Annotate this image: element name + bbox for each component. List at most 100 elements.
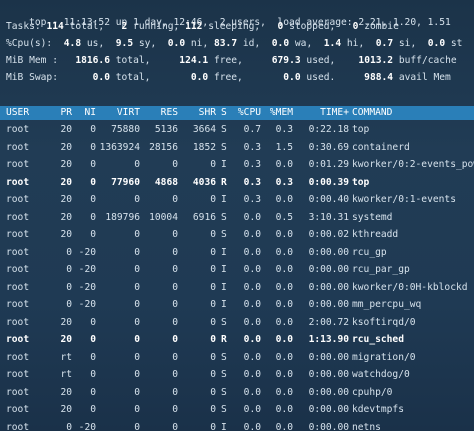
- proc-ni: 0: [90, 386, 96, 398]
- mem-used: 679.3: [271, 55, 301, 66]
- proc-ni: 0: [90, 176, 96, 188]
- col-header-pr[interactable]: PR: [48, 106, 72, 120]
- proc-shr: 0: [210, 299, 216, 310]
- proc-virt: 0: [134, 299, 140, 310]
- proc-mem: 0.0: [275, 351, 293, 363]
- proc-virt: 0: [134, 281, 140, 293]
- swap-label: MiB Swap:: [6, 72, 58, 83]
- process-row[interactable]: root 0 -20 0 0 0 I 0.0 0.0 0:00.00 rcu_par_gp: [0, 261, 474, 279]
- process-row[interactable]: root 20 0 77960 4868 4036 R 0.3 0.3 0:00.39 top: [0, 174, 474, 192]
- process-row[interactable]: root 20 0 75880 5136 3664 S 0.7 0.3 0:22.18 top: [0, 121, 474, 139]
- process-row[interactable]: root 20 0 189796 10004 6916 S 0.0 0.5 3:10.31 syst…: [0, 209, 474, 227]
- proc-virt: 0: [134, 316, 140, 328]
- col-header-s[interactable]: S: [221, 106, 227, 120]
- proc-cpu: 0.0: [243, 316, 261, 328]
- process-row[interactable]: root rt 0 0 0 0 S 0.0 0.0 0:00.00 watchdog/0: [0, 366, 474, 384]
- col-header-cpu[interactable]: %CPU: [230, 106, 261, 120]
- col-header-ni[interactable]: NI: [72, 106, 96, 120]
- col-header-user[interactable]: USER: [6, 106, 29, 120]
- process-row[interactable]: root 0 -20 0 0 0 I 0.0 0.0 0:00.00 netns: [0, 419, 474, 431]
- proc-ni: -20: [78, 421, 96, 431]
- column-header-bar: USER PR NI VIRT RES SHR S %CPU %MEM TIME…: [0, 106, 474, 120]
- proc-cpu: 0.0: [243, 369, 261, 380]
- col-header-shr[interactable]: SHR: [178, 106, 216, 120]
- proc-mem: 0.3: [275, 124, 293, 135]
- swap-free-label: free,: [213, 72, 243, 83]
- proc-user: root: [6, 176, 30, 188]
- proc-mem: 1.5: [275, 141, 293, 153]
- proc-time: 0:00.00: [308, 386, 349, 398]
- col-header-virt[interactable]: VIRT: [96, 106, 140, 120]
- col-header-mem[interactable]: %MEM: [261, 106, 293, 120]
- proc-state: I: [221, 264, 227, 275]
- process-row[interactable]: root 20 0 0 0 0 S 0.0 0.0 0:00.02 kthreadd: [0, 226, 474, 244]
- cpu-ni-label: ni,: [190, 38, 209, 49]
- proc-shr: 1852: [192, 141, 216, 153]
- proc-state: I: [221, 246, 227, 258]
- process-row[interactable]: root 20 0 0 0 0 I 0.3 0.0 0:00.40 kworker/0:1-even…: [0, 191, 474, 209]
- col-header-command[interactable]: COMMAND: [352, 106, 392, 120]
- mem-free-label: free,: [213, 55, 243, 66]
- proc-command: migration/0: [352, 351, 416, 363]
- process-row[interactable]: root 0 -20 0 0 0 I 0.0 0.0 0:00.00 kworker/0:0H-kb…: [0, 279, 474, 297]
- proc-virt: 0: [134, 421, 140, 431]
- col-header-time[interactable]: TIME+: [293, 106, 349, 120]
- proc-virt: 0: [134, 194, 140, 205]
- proc-ni: -20: [78, 281, 96, 293]
- proc-pr: 20: [60, 334, 72, 345]
- proc-cpu: 0.3: [243, 176, 261, 188]
- cpu-hi-label: hi,: [346, 38, 365, 49]
- swap-used: 0.0: [283, 72, 301, 83]
- proc-virt: 75880: [111, 124, 140, 135]
- process-row[interactable]: root 20 0 0 0 0 S 0.0 0.0 0:00.00 cpuhp/0: [0, 384, 474, 402]
- process-row[interactable]: root 0 -20 0 0 0 I 0.0 0.0 0:00.00 rcu_gp: [0, 244, 474, 262]
- terminal-window[interactable]: top - 11:13:52 up 1 day, 12:46, 2 users,…: [0, 0, 474, 431]
- proc-command: systemd: [352, 211, 393, 223]
- process-row[interactable]: root 20 0 0 0 0 R 0.0 0.0 1:13.90 rcu_sched: [0, 331, 474, 349]
- cpu-us-label: us,: [86, 38, 105, 49]
- proc-state: R: [221, 334, 227, 345]
- proc-pr: 20: [60, 176, 72, 188]
- proc-mem: 0.0: [275, 159, 293, 170]
- tasks-total-label: total,: [69, 21, 105, 32]
- cpu-us: 4.8: [63, 38, 82, 49]
- process-row[interactable]: root rt 0 0 0 0 S 0.0 0.0 0:00.00 migration/0: [0, 349, 474, 367]
- proc-time: 0:00.02: [308, 229, 349, 240]
- proc-ni: 0: [90, 229, 96, 240]
- proc-command: top: [352, 176, 370, 188]
- cpu-line: %Cpu(s): 4.8 us, 9.5 sy, 0.0 ni, 83.7 id…: [6, 37, 462, 50]
- proc-state: S: [221, 369, 227, 380]
- process-row[interactable]: root 0 -20 0 0 0 I 0.0 0.0 0:00.00 mm_percpu_wq: [0, 296, 474, 314]
- proc-virt: 0: [134, 264, 140, 275]
- proc-cpu: 0.0: [243, 281, 261, 293]
- process-row[interactable]: root 20 0 0 0 0 S 0.0 0.0 0:00.00 kdevtmpfs: [0, 401, 474, 419]
- proc-pr: rt: [60, 351, 72, 363]
- proc-cpu: 0.0: [243, 404, 261, 415]
- proc-command: mm_percpu_wq: [352, 299, 422, 310]
- swap-total-label: total,: [115, 72, 151, 83]
- proc-res: 28156: [149, 141, 178, 153]
- proc-time: 0:01.29: [308, 159, 349, 170]
- proc-shr: 0: [210, 334, 216, 345]
- proc-command: kthreadd: [352, 229, 399, 240]
- proc-res: 0: [172, 404, 178, 415]
- process-row[interactable]: root 20 0 1363924 28156 1852 S 0.3 1.5 0:30.69 con…: [0, 139, 474, 157]
- proc-pr: 20: [60, 316, 72, 328]
- proc-cpu: 0.7: [243, 124, 261, 135]
- col-header-res[interactable]: RES: [140, 106, 178, 120]
- process-row[interactable]: root 20 0 0 0 0 S 0.0 0.0 2:00.72 ksoftirqd/0: [0, 314, 474, 332]
- proc-cpu: 0.0: [243, 211, 261, 223]
- proc-virt: 77960: [111, 176, 140, 188]
- mem-used-label: used,: [306, 55, 336, 66]
- proc-time: 0:00.00: [308, 351, 349, 363]
- proc-ni: 0: [90, 316, 96, 328]
- proc-shr: 3664: [192, 124, 216, 135]
- proc-time: 0:00.00: [308, 246, 349, 258]
- process-row[interactable]: root 20 0 0 0 0 I 0.3 0.0 0:01.29 kworker/0:2-even…: [0, 156, 474, 174]
- tasks-sleeping: 112: [185, 21, 203, 32]
- proc-user: root: [6, 141, 30, 153]
- cpu-id: 83.7: [214, 38, 238, 49]
- proc-state: S: [221, 229, 227, 240]
- proc-command: netns: [352, 421, 381, 431]
- proc-user: root: [6, 211, 30, 223]
